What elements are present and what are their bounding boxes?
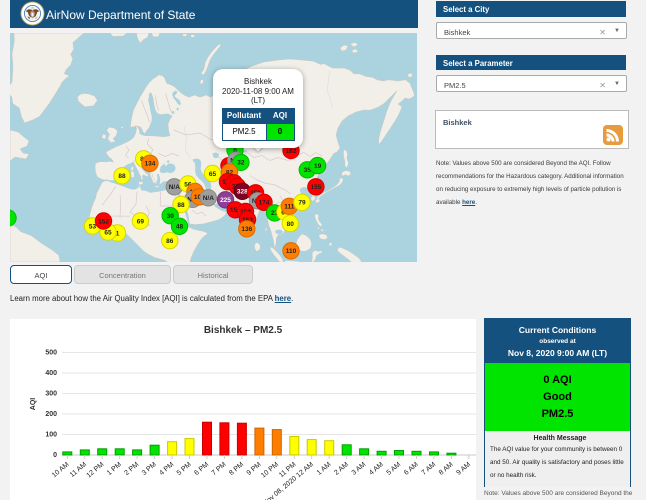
svg-text:4 AM: 4 AM	[368, 461, 385, 477]
svg-text:6 AM: 6 AM	[403, 461, 420, 477]
svg-text:10 PM: 10 PM	[260, 461, 280, 479]
svg-text:30: 30	[167, 213, 175, 220]
svg-text:300: 300	[45, 391, 57, 398]
svg-text:5 PM: 5 PM	[176, 461, 193, 477]
svg-text:328: 328	[237, 189, 248, 196]
svg-text:6 PM: 6 PM	[193, 461, 210, 477]
svg-text:400: 400	[45, 370, 57, 377]
svg-text:9 AM: 9 AM	[455, 461, 472, 477]
svg-text:88: 88	[177, 202, 185, 209]
svg-text:110: 110	[286, 248, 297, 255]
svg-text:10 AM: 10 AM	[51, 461, 71, 479]
svg-text:11 AM: 11 AM	[69, 461, 88, 479]
svg-text:500: 500	[45, 350, 57, 357]
svg-text:200: 200	[45, 411, 57, 418]
svg-text:2 PM: 2 PM	[123, 461, 140, 477]
svg-text:3 AM: 3 AM	[351, 461, 368, 477]
svg-text:86: 86	[166, 238, 174, 245]
svg-text:88: 88	[118, 173, 126, 180]
svg-text:AQI: AQI	[30, 398, 37, 411]
svg-text:152: 152	[98, 218, 109, 225]
svg-text:53: 53	[89, 223, 97, 230]
svg-text:7 AM: 7 AM	[421, 461, 438, 477]
svg-text:174: 174	[259, 200, 270, 207]
svg-text:65: 65	[209, 171, 217, 178]
svg-text:7 PM: 7 PM	[211, 461, 228, 477]
svg-text:19: 19	[314, 163, 322, 170]
svg-text:182: 182	[286, 148, 297, 155]
svg-text:80: 80	[287, 221, 295, 228]
svg-text:0: 0	[53, 452, 57, 459]
svg-text:3 PM: 3 PM	[141, 461, 158, 477]
svg-text:1 PM: 1 PM	[106, 461, 123, 477]
svg-text:4 PM: 4 PM	[158, 461, 175, 477]
svg-text:48: 48	[176, 224, 184, 231]
svg-text:155: 155	[310, 184, 321, 191]
svg-text:136: 136	[241, 226, 252, 233]
svg-text:2 AM: 2 AM	[333, 461, 350, 477]
svg-text:N/A: N/A	[169, 184, 181, 191]
svg-text:65: 65	[104, 229, 112, 236]
svg-text:8 PM: 8 PM	[228, 461, 245, 477]
svg-text:8 AM: 8 AM	[438, 461, 455, 477]
svg-text:32: 32	[237, 160, 245, 167]
svg-text:1 AM: 1 AM	[316, 461, 333, 477]
svg-text:79: 79	[298, 200, 306, 207]
svg-text:N/A: N/A	[203, 195, 215, 202]
svg-text:100: 100	[45, 432, 57, 439]
svg-text:134: 134	[144, 161, 155, 168]
svg-text:12 PM: 12 PM	[85, 461, 105, 479]
svg-text:5 AM: 5 AM	[386, 461, 403, 477]
svg-text:225: 225	[220, 197, 231, 204]
svg-text:69: 69	[137, 218, 145, 225]
svg-text:111: 111	[284, 204, 295, 211]
